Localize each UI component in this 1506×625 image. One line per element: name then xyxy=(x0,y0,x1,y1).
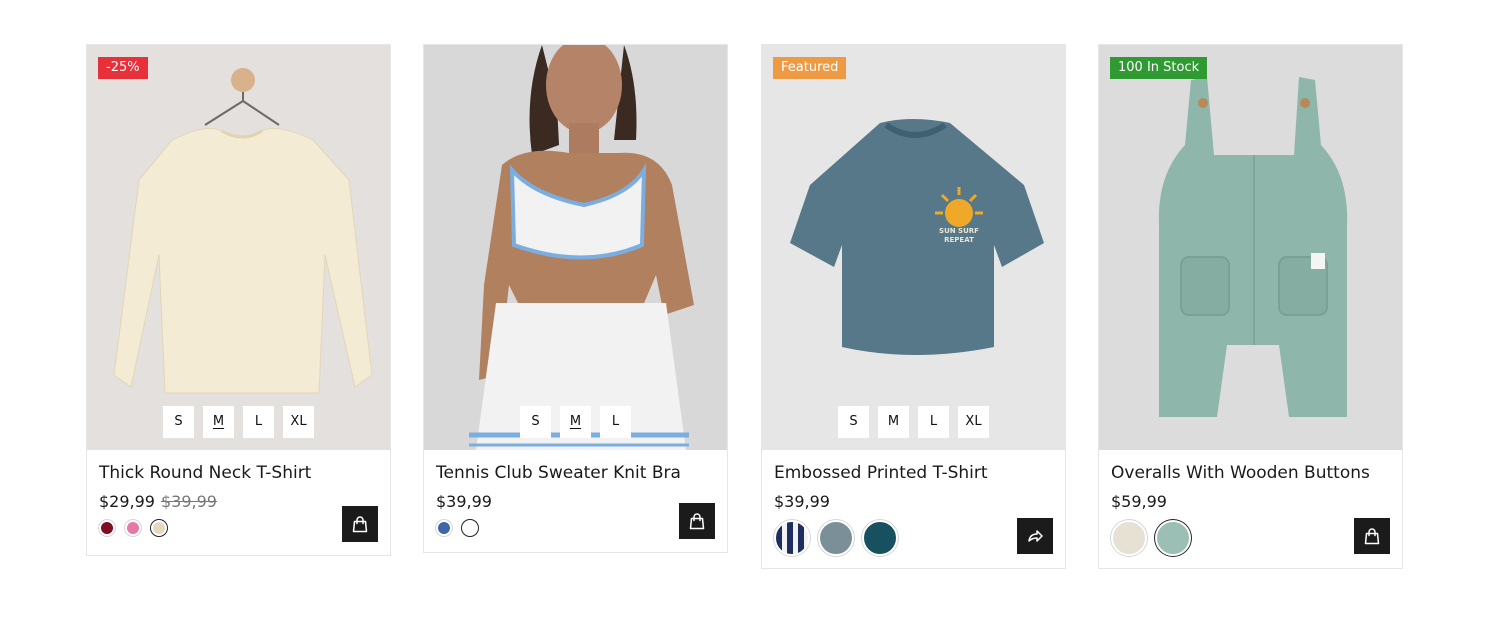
stock-badge: 100 In Stock xyxy=(1110,57,1208,79)
product-card[interactable]: -25% S M L XL Thick Round Neck T-Shirt $… xyxy=(86,44,391,556)
size-option-m[interactable]: M xyxy=(560,406,591,438)
size-option-s[interactable]: S xyxy=(520,406,551,438)
svg-text:SUN SURF: SUN SURF xyxy=(939,227,979,235)
product-image[interactable]: SUN SURF REPEAT Featured S M L XL xyxy=(762,45,1065,450)
size-option-s[interactable]: S xyxy=(163,406,194,438)
color-swatch-burgundy[interactable] xyxy=(99,520,115,536)
size-options: S M L XL xyxy=(762,406,1065,438)
tshirt-photo: SUN SURF REPEAT xyxy=(762,45,1065,450)
shopping-bag-icon xyxy=(1364,528,1380,545)
color-swatches xyxy=(99,520,378,536)
price: $29,99 $39,99 xyxy=(99,492,378,511)
size-option-m[interactable]: M xyxy=(203,406,234,438)
overalls-photo xyxy=(1099,45,1402,450)
color-swatch-beige[interactable] xyxy=(151,520,167,536)
shopping-bag-icon xyxy=(352,516,368,533)
model-photo xyxy=(424,45,727,450)
color-swatches xyxy=(1111,520,1390,556)
color-swatch-navy-stripe[interactable] xyxy=(774,520,810,556)
color-swatch-teal[interactable] xyxy=(862,520,898,556)
product-card[interactable]: S M L Tennis Club Sweater Knit Bra $39,9… xyxy=(423,44,728,553)
product-card[interactable]: SUN SURF REPEAT Featured S M L XL Emboss… xyxy=(761,44,1066,569)
product-title[interactable]: Tennis Club Sweater Knit Bra xyxy=(436,463,715,483)
color-swatch-blue[interactable] xyxy=(436,520,452,536)
color-swatch-grey-blue[interactable] xyxy=(818,520,854,556)
original-price: $39,99 xyxy=(160,492,217,511)
size-option-m[interactable]: M xyxy=(878,406,909,438)
featured-badge: Featured xyxy=(773,57,847,79)
share-arrow-icon xyxy=(1028,530,1043,542)
size-option-xl[interactable]: XL xyxy=(958,406,989,438)
product-image[interactable]: -25% S M L XL xyxy=(87,45,390,450)
product-title[interactable]: Thick Round Neck T-Shirt xyxy=(99,463,378,483)
color-swatch-white[interactable] xyxy=(462,520,478,536)
add-to-cart-button[interactable] xyxy=(1354,518,1390,554)
size-options: S M L XL xyxy=(87,406,390,438)
svg-text:REPEAT: REPEAT xyxy=(944,236,974,244)
size-option-l[interactable]: L xyxy=(600,406,631,438)
product-card[interactable]: 100 In Stock Overalls With Wooden Button… xyxy=(1098,44,1403,569)
size-option-l[interactable]: L xyxy=(243,406,274,438)
product-title[interactable]: Overalls With Wooden Buttons xyxy=(1111,463,1390,483)
size-options: S M L xyxy=(424,406,727,438)
product-image[interactable]: S M L xyxy=(424,45,727,450)
add-to-cart-button[interactable] xyxy=(679,503,715,539)
current-price: $29,99 xyxy=(99,492,155,511)
discount-badge: -25% xyxy=(98,57,148,79)
color-swatches xyxy=(436,520,715,536)
current-price: $59,99 xyxy=(1111,492,1167,511)
size-option-xl[interactable]: XL xyxy=(283,406,314,438)
color-swatches xyxy=(774,520,1053,556)
sweater-photo xyxy=(87,45,390,450)
current-price: $39,99 xyxy=(436,492,492,511)
color-swatch-pink[interactable] xyxy=(125,520,141,536)
share-button[interactable] xyxy=(1017,518,1053,554)
add-to-cart-button[interactable] xyxy=(342,506,378,542)
size-option-l[interactable]: L xyxy=(918,406,949,438)
color-swatch-sage[interactable] xyxy=(1155,520,1191,556)
price: $39,99 xyxy=(774,492,1053,511)
price: $39,99 xyxy=(436,492,715,511)
price: $59,99 xyxy=(1111,492,1390,511)
product-title[interactable]: Embossed Printed T-Shirt xyxy=(774,463,1053,483)
color-swatch-cream[interactable] xyxy=(1111,520,1147,556)
size-option-s[interactable]: S xyxy=(838,406,869,438)
current-price: $39,99 xyxy=(774,492,830,511)
product-image[interactable]: 100 In Stock xyxy=(1099,45,1402,450)
shopping-bag-icon xyxy=(689,513,705,530)
